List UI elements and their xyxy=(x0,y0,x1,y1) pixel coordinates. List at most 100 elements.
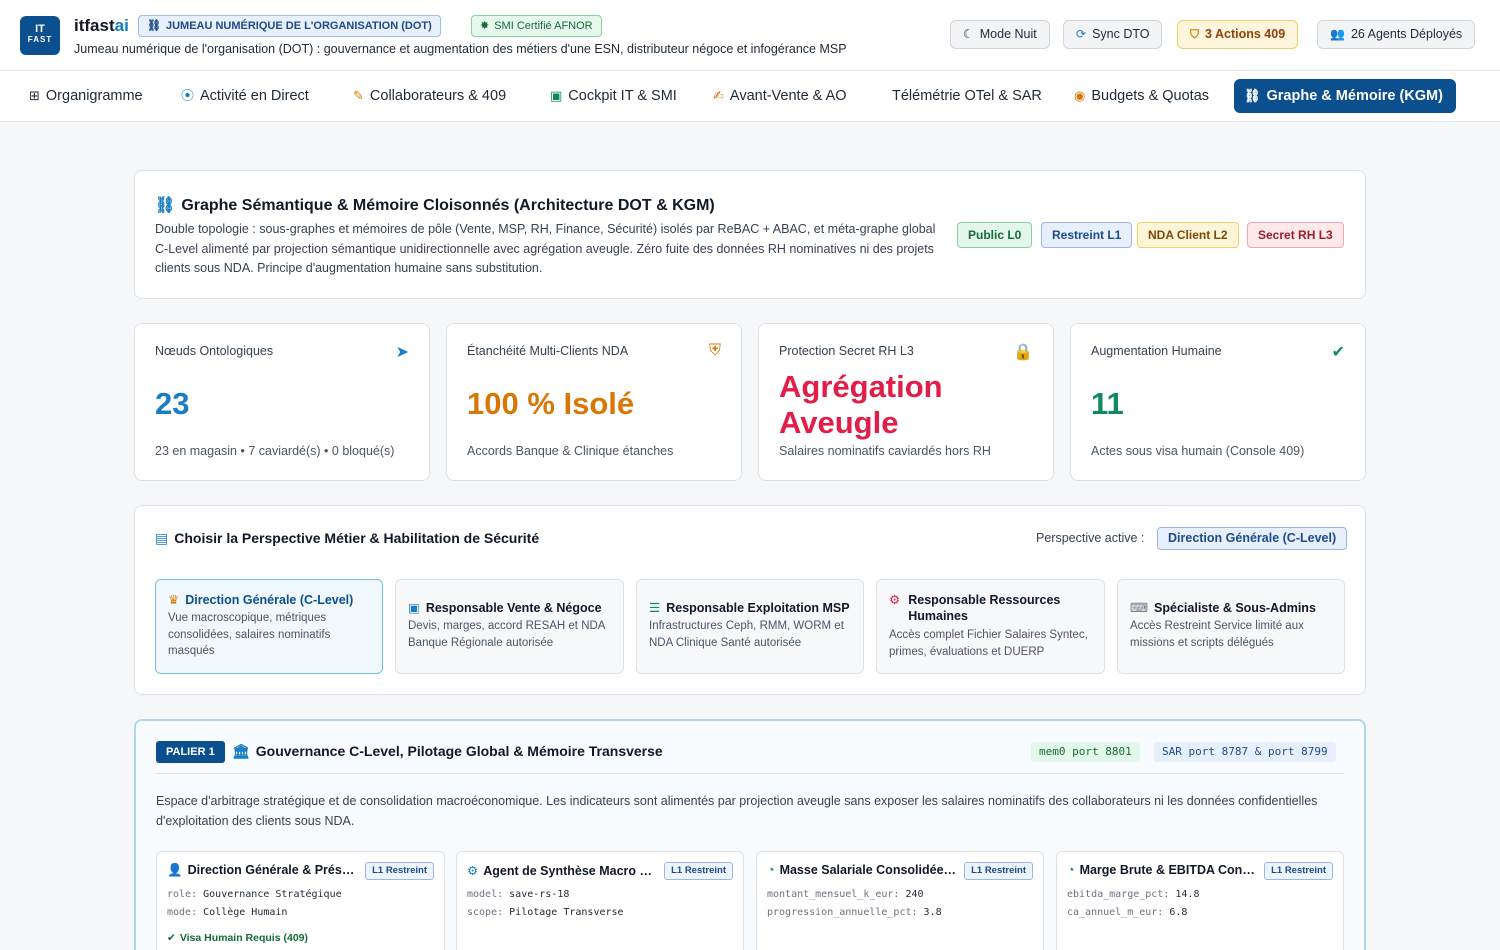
tier-divider xyxy=(156,773,1344,774)
intro-title: Graphe Sémantique & Mémoire Cloisonnés (… xyxy=(181,197,715,214)
tier-badge: PALIER 1 xyxy=(156,741,225,763)
user-check-icon: ✔ xyxy=(167,932,176,944)
agents-button[interactable]: 👥 26 Agents Déployés xyxy=(1317,20,1476,49)
dot-badge-label: JUMEAU NUMÉRIQUE DE L'ORGANISATION (DOT) xyxy=(165,20,432,32)
tab-activite[interactable]: ⦿ Activité en Direct xyxy=(171,79,319,113)
node-card-agent-macro[interactable]: ⚙ Agent de Synthèse Macro C... L1 Restrei… xyxy=(456,851,744,950)
node-value: Collège Humain xyxy=(203,907,288,918)
sync-dto-button[interactable]: ⟳ Sync DTO xyxy=(1063,20,1163,49)
tab-graphe-memoire[interactable]: ⛓ Graphe & Mémoire (KGM) xyxy=(1234,79,1456,113)
node-card-marge-ebitda[interactable]: ◔ Marge Brute & EBITDA Cons... L1 Restrei… xyxy=(1056,851,1344,950)
node-key: scope: xyxy=(467,907,504,918)
perspective-option-cLevel[interactable]: ♛ Direction Générale (C-Level) Vue macros… xyxy=(155,579,383,674)
send-icon: ➤ xyxy=(395,344,409,361)
tier-title-row: 🏛 Gouvernance C-Level, Pilotage Global & … xyxy=(232,743,663,760)
brand-name: itfastai xyxy=(74,16,129,36)
server-icon: ☰ xyxy=(649,601,661,615)
node-kv-1: model: save-rs-18 xyxy=(467,889,569,900)
perspective-active-label: Perspective active : xyxy=(1036,531,1145,545)
stat-label: Protection Secret RH L3 xyxy=(779,344,914,358)
node-card-direction[interactable]: 👤 Direction Générale & Préside... L1 Rest… xyxy=(156,851,445,950)
app-logo[interactable]: IT FAST xyxy=(20,16,60,55)
actions-409-button[interactable]: ⛉ 3 Actions 409 xyxy=(1177,20,1299,49)
stat-value: 11 xyxy=(1091,386,1124,421)
node-visa: ✔ Visa Humain Requis (409) xyxy=(167,932,308,944)
graph-icon: ⛓ xyxy=(147,20,161,32)
perspective-option-desc: Infrastructures Ceph, RMM, WORM et NDA C… xyxy=(649,620,844,649)
node-title: Direction Générale & Préside... xyxy=(187,863,357,877)
moon-icon: ☾ xyxy=(963,27,974,41)
sitemap-icon: ⊞ xyxy=(29,88,40,103)
node-card-masse-salariale[interactable]: ◔ Masse Salariale Consolidée ... L1 Restr… xyxy=(756,851,1044,950)
logo-text-top: IT xyxy=(35,23,45,35)
node-title-row: 👤 Direction Générale & Préside... xyxy=(167,863,357,878)
perspective-option-rh[interactable]: ⚙ Responsable Ressources Humaines Accès c… xyxy=(876,579,1105,674)
level-secret-badge: Secret RH L3 xyxy=(1247,222,1344,248)
perspective-option-title-row: ⚙ Responsable Ressources Humaines xyxy=(889,592,1092,624)
stat-foot: Actes sous visa humain (Console 409) xyxy=(1091,444,1305,458)
robot-icon: ⚙ xyxy=(467,864,479,878)
node-kv-2: mode: Collège Humain xyxy=(167,907,287,918)
node-kv-1: montant_mensuel_k_eur: 240 xyxy=(767,889,924,900)
tab-label: Avant-Vente & AO xyxy=(729,88,847,104)
intro-card: ⛓ Graphe Sémantique & Mémoire Cloisonnés … xyxy=(134,170,1366,299)
perspective-option-msp[interactable]: ☰ Responsable Exploitation MSP Infrastruc… xyxy=(636,579,864,674)
stat-value: Agrégation Aveugle xyxy=(779,369,943,440)
tab-collaborateurs[interactable]: ✎ Collaborateurs & 409 xyxy=(343,79,516,113)
node-level-badge: L1 Restreint xyxy=(664,862,733,880)
intro-description: Double topologie : sous-graphes et mémoi… xyxy=(155,222,936,275)
actions-409-label: 3 Actions 409 xyxy=(1205,27,1286,41)
node-kv-1: role: Gouvernance Stratégique xyxy=(167,889,342,900)
perspective-title: Choisir la Perspective Métier & Habilita… xyxy=(174,530,540,546)
stat-label: Nœuds Ontologiques xyxy=(155,344,274,358)
node-level-badge: L1 Restreint xyxy=(964,862,1033,880)
tab-avant-vente[interactable]: ✍ Avant-Vente & AO xyxy=(703,79,857,113)
night-mode-button[interactable]: ☾ Mode Nuit xyxy=(950,20,1050,49)
users-cog-icon: ⚙ xyxy=(889,593,901,607)
top-header: IT FAST itfastai ⛓ JUMEAU NUMÉRIQUE DE L'… xyxy=(0,0,1500,71)
level-public-badge: Public L0 xyxy=(957,222,1033,248)
node-title: Masse Salariale Consolidée ... xyxy=(779,863,957,877)
dot-badge: ⛓ JUMEAU NUMÉRIQUE DE L'ORGANISATION (DOT… xyxy=(138,15,441,37)
node-key: progression_annuelle_pct: xyxy=(767,907,918,918)
stat-card-augmentation: Augmentation Humaine ✔ 11 Actes sous vis… xyxy=(1070,323,1366,481)
node-title: Marge Brute & EBITDA Cons... xyxy=(1079,863,1257,877)
perspective-option-title-row: ⌨ Spécialiste & Sous-Admins xyxy=(1130,600,1332,615)
pie-chart-icon: ◔ xyxy=(767,863,775,877)
users-icon: 👥 xyxy=(1330,27,1345,41)
perspective-option-desc: Vue macroscopique, métriques consolidées… xyxy=(168,612,331,657)
perspective-option-vente[interactable]: ▣ Responsable Vente & Négoce Devis, marge… xyxy=(395,579,624,674)
user-icon: 👤 xyxy=(167,863,183,877)
main-tabs: ⊞ Organigramme ⦿ Activité en Direct ✎ Colla… xyxy=(0,71,1500,122)
intro-title-row: ⛓ Graphe Sémantique & Mémoire Cloisonnés … xyxy=(155,195,715,215)
user-shield-icon: ⛨ xyxy=(708,342,721,359)
sync-dto-label: Sync DTO xyxy=(1092,27,1150,41)
tab-cockpit[interactable]: ▣ Cockpit IT & SMI xyxy=(540,79,687,113)
logo-text-bottom: FAST xyxy=(27,35,53,44)
perspective-option-specialiste[interactable]: ⌨ Spécialiste & Sous-Admins Accès Restrei… xyxy=(1117,579,1345,674)
tab-budgets[interactable]: ◉ Budgets & Quotas xyxy=(1064,79,1219,113)
id-badge-icon: ▤ xyxy=(155,530,169,546)
coins-icon: ◉ xyxy=(1074,88,1086,103)
stat-label: Étanchéité Multi-Clients NDA xyxy=(467,344,629,358)
tab-telemetrie[interactable]: Télémétrie OTel & SAR xyxy=(882,79,1052,113)
node-value: 3.8 xyxy=(923,907,942,918)
node-value: 240 xyxy=(905,889,924,900)
node-title-row: ⚙ Agent de Synthèse Macro C... xyxy=(467,863,657,878)
perspective-option-title: Direction Générale (C-Level) xyxy=(185,593,354,607)
tab-organigramme[interactable]: ⊞ Organigramme xyxy=(19,79,153,113)
smi-badge: ✸ SMI Certifié AFNOR xyxy=(471,15,602,37)
brand-ai: ai xyxy=(114,16,129,35)
tab-label: Cockpit IT & SMI xyxy=(568,88,677,104)
stat-label: Augmentation Humaine xyxy=(1091,344,1222,358)
node-key: model: xyxy=(467,889,504,900)
node-kv-2: scope: Pilotage Transverse xyxy=(467,907,624,918)
mem0-port-tag: mem0 port 8801 xyxy=(1031,742,1140,762)
perspective-option-title: Responsable Exploitation MSP xyxy=(666,601,850,615)
level-nda-badge: NDA Client L2 xyxy=(1137,222,1239,248)
perspective-option-title-row: ▣ Responsable Vente & Négoce xyxy=(408,600,611,615)
perspective-option-desc: Accès complet Fichier Salaires Syntec, p… xyxy=(889,629,1088,658)
stat-foot: 23 en magasin • 7 caviardé(s) • 0 bloqué… xyxy=(155,444,395,458)
tab-label: Budgets & Quotas xyxy=(1091,88,1210,104)
node-title: Agent de Synthèse Macro C... xyxy=(483,864,657,878)
